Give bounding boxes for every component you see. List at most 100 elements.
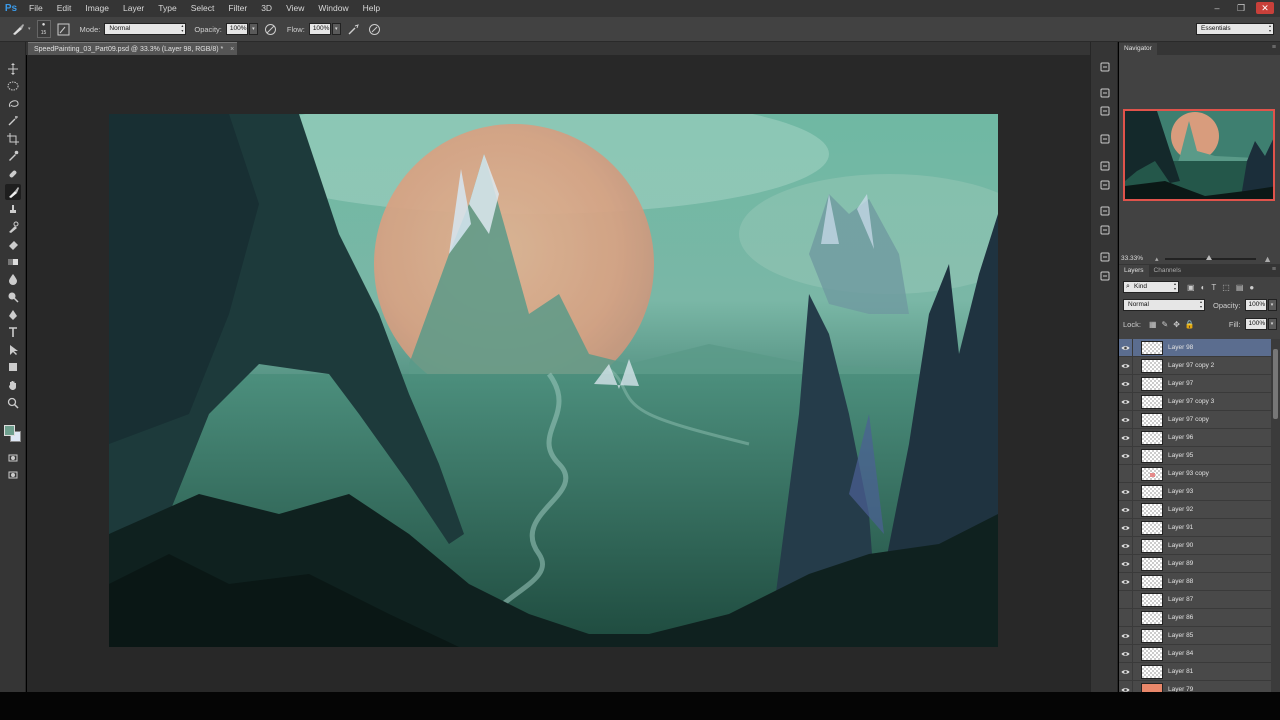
menu-filter[interactable]: Filter <box>221 0 254 17</box>
layer-row[interactable]: Layer 88 <box>1119 572 1271 591</box>
pen-icon[interactable] <box>5 307 21 323</box>
blur-icon[interactable] <box>5 271 21 287</box>
shape-icon[interactable] <box>5 359 21 375</box>
visibility-eye-icon[interactable] <box>1119 662 1133 681</box>
layer-row[interactable]: Layer 97 copy 2 <box>1119 356 1271 375</box>
layers-menu-icon[interactable]: ≡ <box>1272 266 1276 273</box>
tab-navigator[interactable]: Navigator <box>1119 43 1157 55</box>
hand-icon[interactable] <box>5 377 21 393</box>
layer-opacity-input[interactable]: 100% <box>1244 299 1267 311</box>
layer-row[interactable]: Layer 97 copy 3 <box>1119 392 1271 411</box>
layer-row[interactable]: Layer 79 <box>1119 680 1271 692</box>
layers-scrollbar[interactable] <box>1271 339 1280 692</box>
info-panel-icon[interactable] <box>1098 104 1112 118</box>
brush-panel-toggle-icon[interactable] <box>56 21 72 37</box>
lasso-icon[interactable] <box>5 96 21 112</box>
magic-wand-icon[interactable] <box>5 113 21 129</box>
brush-icon[interactable] <box>5 184 21 200</box>
visibility-eye-icon[interactable] <box>1119 518 1133 537</box>
filter-pixel-icon[interactable]: ▣ <box>1187 283 1195 292</box>
visibility-eye-icon[interactable] <box>1119 428 1133 447</box>
character-panel-icon[interactable] <box>1098 204 1112 218</box>
canvas-area[interactable] <box>27 55 1090 692</box>
healing-brush-icon[interactable] <box>5 166 21 182</box>
visibility-eye-icon[interactable] <box>1119 626 1133 645</box>
filter-adjustment-icon[interactable]: ◐ <box>1201 283 1206 292</box>
visibility-eye-icon[interactable] <box>1119 536 1133 555</box>
layers-scrollbar-thumb[interactable] <box>1273 349 1278 419</box>
layer-blend-mode-select[interactable]: Normal <box>1123 299 1205 311</box>
menu-select[interactable]: Select <box>184 0 222 17</box>
visibility-eye-icon[interactable] <box>1119 554 1133 573</box>
layer-opacity-dropdown[interactable]: ▾ <box>1267 299 1277 311</box>
tab-layers[interactable]: Layers <box>1119 265 1149 277</box>
menu-image[interactable]: Image <box>78 0 116 17</box>
navigator-menu-icon[interactable]: ≡ <box>1272 44 1276 51</box>
document-tab[interactable]: SpeedPainting_03_Part09.psd @ 33.3% (Lay… <box>28 42 238 55</box>
brush-size-picker[interactable]: ● 15 <box>36 20 51 38</box>
zoom-icon[interactable] <box>5 395 21 411</box>
layer-row[interactable]: Layer 92 <box>1119 500 1271 519</box>
zoom-slider[interactable] <box>1164 254 1256 260</box>
workspace-select[interactable]: Essentials <box>1196 23 1274 35</box>
type-icon[interactable] <box>5 324 21 340</box>
lock-all-icon[interactable]: 🔒 <box>1185 320 1195 329</box>
visibility-eye-icon[interactable] <box>1119 644 1133 663</box>
lock-image-icon[interactable]: ✎ <box>1162 320 1169 329</box>
visibility-eye-icon[interactable] <box>1119 410 1133 429</box>
visibility-eye-icon[interactable] <box>1119 392 1133 411</box>
move-icon[interactable] <box>5 61 21 77</box>
visibility-eye-icon[interactable] <box>1119 500 1133 519</box>
layer-row[interactable]: Layer 86 <box>1119 608 1271 627</box>
tool-presets-panel-icon[interactable] <box>1098 178 1112 192</box>
visibility-eye-icon[interactable] <box>1119 482 1133 501</box>
zoom-in-icon[interactable]: ▲ <box>1263 254 1272 264</box>
zoom-percentage[interactable]: 33.33% <box>1121 255 1155 262</box>
quick-mask-icon[interactable] <box>5 450 21 466</box>
restore-button[interactable]: ❐ <box>1232 2 1250 14</box>
eyedropper-icon[interactable] <box>5 148 21 164</box>
layer-row[interactable]: Layer 97 <box>1119 374 1271 393</box>
visibility-eye-icon[interactable] <box>1119 356 1133 375</box>
tab-channels[interactable]: Channels <box>1149 265 1186 277</box>
navigator-preview[interactable] <box>1123 109 1275 201</box>
layer-row[interactable]: Layer 84 <box>1119 644 1271 663</box>
flow-dropdown[interactable]: ▾ <box>331 23 341 35</box>
opacity-input[interactable]: 100% <box>225 23 248 35</box>
minimize-button[interactable]: – <box>1208 2 1226 14</box>
history-panel-icon[interactable] <box>1098 60 1112 74</box>
brush-preset-dropdown[interactable]: ▾ <box>28 26 31 32</box>
painting-canvas[interactable] <box>109 114 998 647</box>
menu-help[interactable]: Help <box>356 0 387 17</box>
styles-panel-icon[interactable] <box>1098 269 1112 283</box>
menu-type[interactable]: Type <box>151 0 183 17</box>
layer-row[interactable]: Layer 81 <box>1119 662 1271 681</box>
visibility-eye-icon[interactable] <box>1119 374 1133 393</box>
layer-row[interactable]: Layer 91 <box>1119 518 1271 537</box>
visibility-eye-icon[interactable] <box>1119 680 1133 692</box>
visibility-off-icon[interactable] <box>1119 590 1133 609</box>
layer-row[interactable]: Layer 89 <box>1119 554 1271 573</box>
clone-stamp-icon[interactable] <box>5 201 21 217</box>
visibility-off-icon[interactable] <box>1119 464 1133 483</box>
layer-row[interactable]: Layer 85 <box>1119 626 1271 645</box>
visibility-off-icon[interactable] <box>1119 608 1133 627</box>
menu-view[interactable]: View <box>279 0 311 17</box>
zoom-out-icon[interactable]: ▴ <box>1155 255 1159 263</box>
layer-row[interactable]: Layer 93 <box>1119 482 1271 501</box>
menu-file[interactable]: File <box>22 0 50 17</box>
brush-presets-panel-icon[interactable] <box>1098 132 1112 146</box>
marquee-icon[interactable] <box>5 78 21 94</box>
path-selection-icon[interactable] <box>5 342 21 358</box>
menu-3d[interactable]: 3D <box>254 0 279 17</box>
layer-filter-kind-select[interactable]: ⌕ Kind <box>1123 281 1179 293</box>
menu-layer[interactable]: Layer <box>116 0 151 17</box>
layer-row[interactable]: Layer 97 copy <box>1119 410 1271 429</box>
fill-input[interactable]: 100% <box>1244 318 1267 330</box>
layer-row[interactable]: Layer 93 copy <box>1119 464 1271 483</box>
fill-dropdown[interactable]: ▾ <box>1267 318 1277 330</box>
brush-preset-icon[interactable] <box>10 21 26 37</box>
layer-row[interactable]: Layer 95 <box>1119 446 1271 465</box>
pressure-opacity-icon[interactable] <box>263 21 279 37</box>
actions-panel-icon[interactable] <box>1098 86 1112 100</box>
